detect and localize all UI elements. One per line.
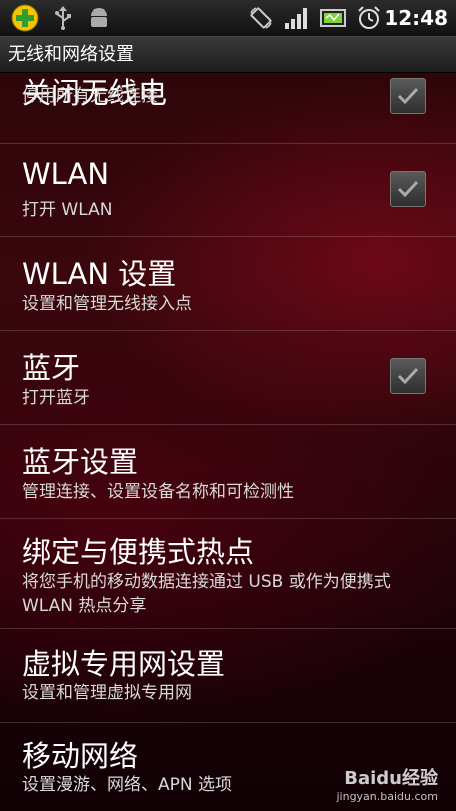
setting-summary: 停用所有无线连接: [22, 86, 158, 106]
android-debug-icon: [88, 5, 110, 31]
checkmark-icon: [397, 367, 419, 385]
battery-icon: [320, 5, 348, 31]
status-bar: 12:48: [0, 0, 456, 37]
setting-summary: 设置和管理虚拟专用网: [22, 683, 192, 703]
bluetooth-checkbox[interactable]: [390, 358, 426, 394]
setting-title: 蓝牙: [22, 351, 81, 385]
usb-icon: [54, 5, 72, 31]
setting-wlan-settings[interactable]: WLAN 设置 设置和管理无线接入点: [0, 237, 456, 331]
setting-bluetooth-settings[interactable]: 蓝牙设置 管理连接、设置设备名称和可检测性: [0, 425, 456, 519]
setting-title: 移动网络: [22, 739, 139, 773]
setting-airplane-mode[interactable]: 关闭无线电 停用所有无线连接: [0, 72, 456, 144]
setting-summary: 将您手机的移动数据连接通过 USB 或作为便携式 WLAN 热点分享: [22, 572, 391, 616]
setting-summary: 打开 WLAN: [22, 200, 113, 220]
setting-title: 蓝牙设置: [22, 445, 139, 479]
phone-screen: 12:48 无线和网络设置 关闭无线电 停用所有无线连接 WLAN 打开 WLA…: [0, 0, 456, 811]
setting-vpn-settings[interactable]: 虚拟专用网设置 设置和管理虚拟专用网: [0, 629, 456, 723]
setting-summary: 设置和管理无线接入点: [22, 294, 192, 314]
setting-tethering-hotspot[interactable]: 绑定与便携式热点 将您手机的移动数据连接通过 USB 或作为便携式 WLAN 热…: [0, 519, 456, 629]
checkmark-icon: [397, 180, 419, 198]
setting-summary: 管理连接、设置设备名称和可检测性: [22, 482, 294, 502]
rotate-icon: [248, 5, 274, 31]
setting-title: 绑定与便携式热点: [22, 535, 255, 569]
setting-summary: 打开蓝牙: [22, 388, 90, 408]
wlan-checkbox[interactable]: [390, 171, 426, 207]
setting-title: WLAN: [22, 157, 110, 191]
page-title: 无线和网络设置: [8, 44, 134, 65]
watermark-url: jingyan.baidu.com: [336, 790, 438, 803]
setting-title: WLAN 设置: [22, 257, 177, 291]
setting-wlan[interactable]: WLAN 打开 WLAN: [0, 143, 456, 237]
baidu-watermark: Baidu经验 jingyan.baidu.com: [336, 764, 438, 803]
alarm-icon: [356, 5, 382, 31]
airplane-mode-checkbox[interactable]: [390, 78, 426, 114]
status-clock: 12:48: [384, 6, 448, 30]
setting-title: 虚拟专用网设置: [22, 647, 226, 681]
setting-bluetooth[interactable]: 蓝牙 打开蓝牙: [0, 331, 456, 425]
watermark-logo: Baidu经验: [344, 768, 438, 789]
settings-list[interactable]: 关闭无线电 停用所有无线连接 WLAN 打开 WLAN WLAN 设置 设置和管…: [0, 72, 456, 811]
title-bar: 无线和网络设置: [0, 37, 456, 73]
signal-icon: [284, 5, 310, 31]
checkmark-icon: [397, 87, 419, 105]
app-add-icon: [10, 4, 40, 32]
